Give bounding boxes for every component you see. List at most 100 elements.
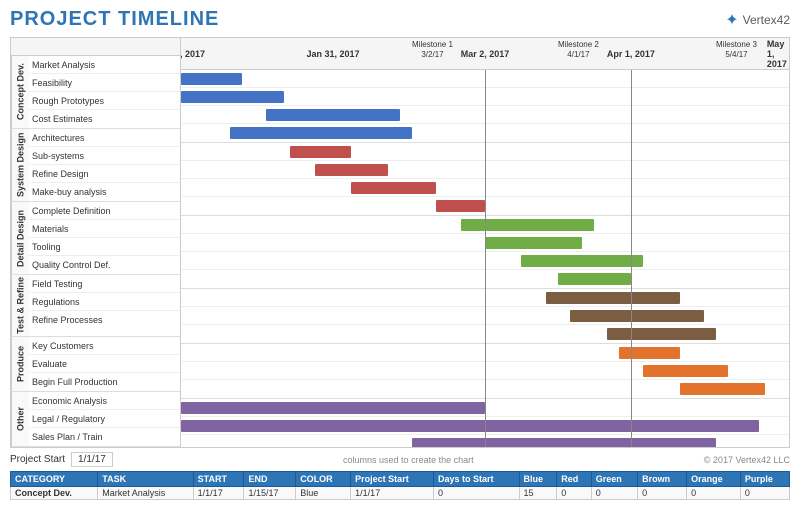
milestone-label-top-2: Milestone 3 5/4/17 bbox=[716, 40, 757, 59]
gantt-bar bbox=[181, 402, 485, 414]
gantt-bar bbox=[558, 273, 631, 285]
chart-area: Concept Dev.Market AnalysisFeasibilityRo… bbox=[10, 37, 790, 448]
group-name: Test & Refine bbox=[11, 275, 29, 336]
table-header-cell: END bbox=[244, 472, 296, 487]
label-group-2: Detail DesignComplete DefinitionMaterial… bbox=[11, 202, 180, 275]
gantt-bar bbox=[351, 182, 436, 194]
table-header-cell: CATEGORY bbox=[11, 472, 98, 487]
task-name: Complete Definition bbox=[29, 202, 180, 220]
task-names: Field TestingRegulationsRefine Processes bbox=[29, 275, 180, 336]
table-cell: 1/1/17 bbox=[351, 487, 434, 500]
task-name: Architectures bbox=[29, 129, 180, 147]
table-cell: 0 bbox=[557, 487, 591, 500]
task-name: Refine Processes bbox=[29, 311, 180, 329]
label-group-5: OtherEconomic AnalysisLegal / Regulatory… bbox=[11, 392, 180, 447]
task-name: Cost Estimates bbox=[29, 110, 180, 128]
group-name: Other bbox=[11, 392, 29, 446]
table-cell: 15 bbox=[519, 487, 557, 500]
task-name: Field Testing bbox=[29, 275, 180, 293]
label-group-4: ProduceKey CustomersEvaluateBegin Full P… bbox=[11, 337, 180, 392]
copyright: © 2017 Vertex42 LLC bbox=[704, 455, 790, 465]
gantt-bar bbox=[546, 292, 680, 304]
bottom-section: Project Start 1/1/17 columns used to cre… bbox=[10, 452, 790, 500]
milestone-line-0 bbox=[485, 70, 486, 447]
task-names: Complete DefinitionMaterialsToolingQuali… bbox=[29, 202, 180, 274]
task-name: Rough Prototypes bbox=[29, 92, 180, 110]
milestone-label-top-1: Milestone 2 4/1/17 bbox=[558, 40, 599, 59]
project-start-value: 1/1/17 bbox=[71, 452, 113, 467]
timeline-header: Jan 1, 2017Jan 31, 2017Mar 2, 2017Apr 1,… bbox=[181, 38, 789, 70]
label-header bbox=[11, 38, 180, 56]
gantt-column: Jan 1, 2017Jan 31, 2017Mar 2, 2017Apr 1,… bbox=[181, 38, 789, 447]
table-cell: Blue bbox=[296, 487, 351, 500]
table-header-cell: Purple bbox=[740, 472, 789, 487]
header: PROJECT TIMELINE ✦ Vertex42 bbox=[10, 8, 790, 31]
gantt-bar bbox=[619, 347, 680, 359]
table-header-row: CATEGORYTASKSTARTENDCOLORProject StartDa… bbox=[11, 472, 790, 487]
group-name: Detail Design bbox=[11, 202, 29, 274]
columns-note: columns used to create the chart bbox=[113, 455, 704, 465]
table-header-cell: START bbox=[193, 472, 244, 487]
task-name: Begin Full Production bbox=[29, 373, 180, 391]
main-container: PROJECT TIMELINE ✦ Vertex42 Concept Dev.… bbox=[0, 0, 800, 506]
data-table: CATEGORYTASKSTARTENDCOLORProject StartDa… bbox=[10, 471, 790, 500]
gantt-rows bbox=[181, 70, 789, 447]
label-group-0: Concept Dev.Market AnalysisFeasibilityRo… bbox=[11, 56, 180, 129]
table-cell: 0 bbox=[638, 487, 687, 500]
table-header-cell: Red bbox=[557, 472, 591, 487]
timeline-date-label: May 1, 2017 bbox=[767, 39, 787, 69]
gantt-bar bbox=[315, 164, 388, 176]
task-names: ArchitecturesSub-systemsRefine DesignMak… bbox=[29, 129, 180, 201]
table-cell: Market Analysis bbox=[98, 487, 193, 500]
task-name: Market Analysis bbox=[29, 56, 180, 74]
task-name: Quality Control Def. bbox=[29, 256, 180, 274]
timeline-date-label: Apr 1, 2017 bbox=[607, 49, 655, 59]
table-row: Concept Dev.Market Analysis1/1/171/15/17… bbox=[11, 487, 790, 500]
gantt-bar bbox=[485, 237, 582, 249]
gantt-bar bbox=[290, 146, 351, 158]
table-cell: 0 bbox=[740, 487, 789, 500]
timeline-date-label: Jan 31, 2017 bbox=[306, 49, 359, 59]
task-name: Feasibility bbox=[29, 74, 180, 92]
label-group-3: Test & RefineField TestingRegulationsRef… bbox=[11, 275, 180, 337]
task-names: Economic AnalysisLegal / RegulatorySales… bbox=[29, 392, 180, 446]
page-title: PROJECT TIMELINE bbox=[10, 8, 219, 31]
gantt-bar bbox=[643, 365, 728, 377]
table-header-cell: TASK bbox=[98, 472, 193, 487]
logo: ✦ Vertex42 bbox=[725, 10, 790, 30]
gantt-bar bbox=[181, 420, 759, 432]
group-name: System Design bbox=[11, 129, 29, 201]
gantt-bar bbox=[266, 109, 400, 121]
milestone-label-top-0: Milestone 1 3/2/17 bbox=[412, 40, 453, 59]
table-header-cell: Green bbox=[591, 472, 637, 487]
labels-column: Concept Dev.Market AnalysisFeasibilityRo… bbox=[11, 38, 181, 447]
task-name: Economic Analysis bbox=[29, 392, 180, 410]
label-group-1: System DesignArchitecturesSub-systemsRef… bbox=[11, 129, 180, 202]
table-header-cell: Brown bbox=[638, 472, 687, 487]
table-header-cell: COLOR bbox=[296, 472, 351, 487]
gantt-bar bbox=[461, 219, 595, 231]
task-names: Market AnalysisFeasibilityRough Prototyp… bbox=[29, 56, 180, 128]
logo-icon: ✦ bbox=[725, 10, 738, 30]
gantt-bar bbox=[181, 73, 242, 85]
task-name: Materials bbox=[29, 220, 180, 238]
table-cell: 0 bbox=[434, 487, 520, 500]
task-name: Regulations bbox=[29, 293, 180, 311]
table-cell: 0 bbox=[687, 487, 741, 500]
task-name: Make-buy analysis bbox=[29, 183, 180, 201]
group-name: Concept Dev. bbox=[11, 56, 29, 128]
gantt-bar bbox=[181, 91, 284, 103]
gantt-bar bbox=[412, 438, 716, 447]
task-name: Legal / Regulatory bbox=[29, 410, 180, 428]
task-name: Sales Plan / Train bbox=[29, 428, 180, 446]
group-name: Produce bbox=[11, 337, 29, 391]
table-header: CATEGORYTASKSTARTENDCOLORProject StartDa… bbox=[11, 472, 790, 487]
table-cell: 0 bbox=[591, 487, 637, 500]
task-name: Refine Design bbox=[29, 165, 180, 183]
task-name: Key Customers bbox=[29, 337, 180, 355]
gantt-bar bbox=[521, 255, 643, 267]
table-cell: Concept Dev. bbox=[11, 487, 98, 500]
gantt-bar bbox=[230, 127, 412, 139]
table-header-cell: Orange bbox=[687, 472, 741, 487]
gantt-bar bbox=[570, 310, 704, 322]
